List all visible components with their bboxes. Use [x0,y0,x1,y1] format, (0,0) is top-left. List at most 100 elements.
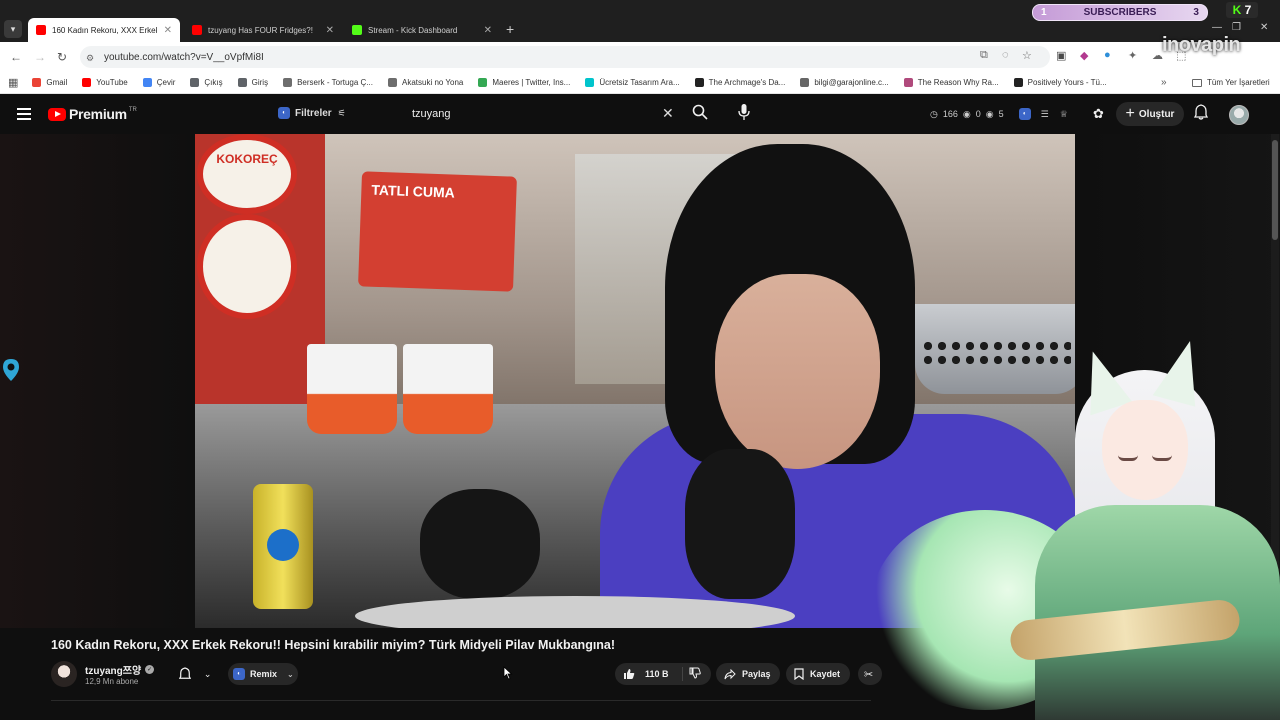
site-info-icon[interactable]: ⚙ [86,53,94,64]
bookmark-item[interactable]: Maeres | Twitter, Ins... [478,78,570,87]
bookmark-label: Akatsuki no Yona [401,78,464,87]
tab-video-active[interactable]: 160 Kadın Rekoru, XXX Erkek Re ✕ [28,18,180,42]
kokorec-text: KOKOREÇ [216,152,278,166]
bookmark-item[interactable]: Çıkış [190,78,223,87]
youtube-premium-logo[interactable]: Premium TR [48,106,137,122]
location-pin-icon [3,359,19,381]
bookmark-item[interactable]: YouTube [82,78,128,87]
youtube-header: Premium TR ◐ Filtreler ⚟ tzuyang ✕ ◷ 166… [0,96,1280,134]
channel-avatar[interactable] [51,661,77,687]
maximize-icon[interactable]: ❐ [1232,22,1241,33]
scrollbar-thumb[interactable] [1272,140,1278,240]
extension-icon[interactable]: ◆ [1080,49,1088,62]
bookmark-item[interactable]: Akatsuki no Yona [387,78,464,87]
save-button[interactable]: Kaydet [786,663,850,685]
bookmark-favicon-icon [283,78,293,87]
stat-likes: 0 [975,109,981,119]
search-icon[interactable] [692,104,708,120]
bookmark-label: YouTube [96,78,128,87]
bookmark-item[interactable]: Gmail [32,78,67,87]
thumbs-up-icon [624,669,635,679]
bookmark-item[interactable]: Giriş [237,78,268,87]
video-player[interactable]: KOKOREÇ TATLI CUMA [195,134,1075,628]
subscriber-count: 12,9 Mn abone [85,677,139,686]
folder-icon [1192,78,1202,87]
all-bookmarks-button[interactable]: Tüm Yer İşaretleri [1192,78,1270,87]
install-app-icon[interactable]: ⧉ [980,49,988,62]
extension-icon[interactable]: ● [1104,49,1111,61]
tab-fridges[interactable]: tzuyang Has FOUR Fridges?! W ✕ [184,18,342,42]
clear-search-icon[interactable]: ✕ [662,105,674,122]
bookmark-item[interactable]: bilgi@garajonline.c... [800,78,889,87]
close-tab-icon[interactable]: ✕ [326,25,334,36]
bookmark-label: bilgi@garajonline.c... [814,78,889,87]
dislike-button[interactable] [683,667,701,682]
like-count: 110 B [645,669,669,679]
forward-icon[interactable]: → [34,50,46,64]
bookmark-item[interactable]: Ücretsiz Tasarım Ara... [585,78,680,87]
more-actions-button[interactable]: ✂ [858,663,882,685]
create-label: Oluştur [1138,108,1175,120]
bookmark-label: The Archmage's Da... [708,78,786,87]
remix-button[interactable]: ◐ Remix ⌄ [228,663,298,685]
notifications-bell-icon[interactable] [1194,104,1208,120]
bookmark-label: Berserk - Tortuga Ç... [297,78,373,87]
list-icon[interactable]: ☰ [1041,109,1049,120]
scene-bucket [403,344,493,434]
channel-name[interactable]: tzuyang쯔양 [85,662,141,677]
bookmark-favicon-icon [694,78,704,87]
share-arrow-icon [724,668,736,679]
bookmark-item[interactable]: Positively Yours - Tü... [1013,78,1107,87]
like-button[interactable]: 110 B [615,667,683,681]
tab-kick-dashboard[interactable]: Stream - Kick Dashboard ✕ [344,18,500,42]
like-dislike-group: 110 B [615,663,711,685]
bookmark-label: Ücretsiz Tasarım Ara... [599,78,680,87]
close-tab-icon[interactable]: ✕ [164,25,172,36]
extension-icon[interactable]: ✦ [1128,49,1137,62]
extension-gear-icon[interactable]: ✿ [1093,106,1104,122]
more-bookmarks-button[interactable]: » [1161,77,1167,88]
extension-badge-icon[interactable]: ◐ [1018,108,1031,120]
channel-name-row[interactable]: tzuyang쯔양 ✓ [85,662,155,677]
bookmark-favicon-icon [190,78,200,87]
bookmark-item[interactable]: The Archmage's Da... [694,78,786,87]
bookmark-item[interactable]: The Reason Why Ra... [903,78,999,87]
bookmark-icon [794,668,804,680]
youtube-favicon-icon [36,25,46,35]
microphone-icon[interactable] [738,103,750,121]
chevron-down-icon: ⌄ [203,668,212,679]
bookmark-favicon-icon [142,78,152,87]
bookmark-item[interactable]: Çevir [142,78,176,87]
back-icon[interactable]: ← [10,50,22,64]
filters-button[interactable]: ◐ Filtreler ⚟ [278,107,346,119]
reload-icon[interactable]: ↻ [57,50,67,64]
brand-text: inovapin [1162,34,1241,56]
share-label: Paylaş [742,669,771,679]
url-field[interactable]: youtube.com/watch?v=V__oVpfMi8I [80,46,1050,68]
tab-title: tzuyang Has FOUR Fridges?! W [208,25,313,35]
share-button[interactable]: Paylaş [716,663,780,685]
minimize-icon[interactable]: — [1212,22,1222,33]
extension-icon[interactable]: ▣ [1056,49,1066,62]
apps-grid-icon[interactable]: ▦ [8,76,18,89]
thumbs-down-icon [689,667,701,679]
trophy-icon[interactable]: ♕ [1060,109,1068,120]
url-text: youtube.com/watch?v=V__oVpfMi8I [104,51,264,63]
close-window-icon[interactable]: ✕ [1260,22,1268,33]
account-avatar[interactable] [1229,105,1249,125]
subscription-bell-button[interactable]: ⌄ [172,663,218,685]
tab-search-menu[interactable]: ▾ [4,20,22,38]
bookmark-label: Maeres | Twitter, Ins... [492,78,571,87]
extension-badge-icon: ◐ [233,668,245,680]
bookmark-item[interactable]: Berserk - Tortuga Ç... [283,78,373,87]
scene-drink-can [253,484,313,609]
bookmark-favicon-icon [32,78,42,87]
eye-off-icon[interactable]: ◌ [1002,49,1009,61]
create-button[interactable]: + Oluştur [1116,102,1184,126]
new-tab-button[interactable]: + [506,21,514,37]
bookmark-label: Çevir [156,78,176,87]
bookmark-star-icon[interactable]: ☆ [1022,49,1032,62]
kick-badge: K 7 [1226,2,1258,18]
menu-icon[interactable] [17,108,31,120]
close-tab-icon[interactable]: ✕ [484,25,492,36]
